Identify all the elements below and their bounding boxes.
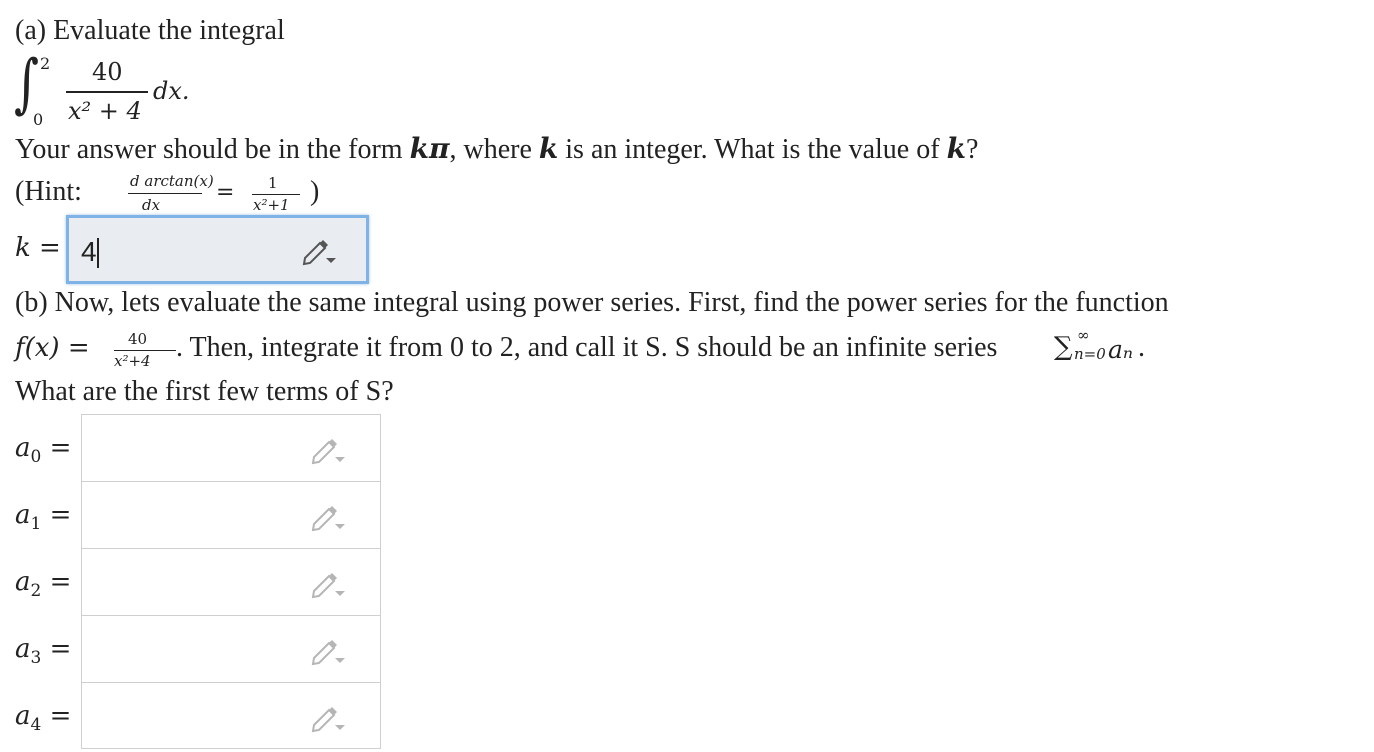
sum-sigma: ∑	[1054, 332, 1073, 362]
pencil-dropdown-icon[interactable]	[310, 636, 346, 666]
integral-sign: ∫	[14, 47, 40, 121]
pencil-dropdown-icon[interactable]	[301, 236, 337, 266]
integral-denominator: x² + 4	[68, 97, 142, 125]
hint-fraction-bar	[128, 193, 202, 194]
part-b-intro: (b) Now, lets evaluate the same integral…	[15, 287, 1169, 318]
a4-input[interactable]	[81, 682, 381, 749]
hint-denominator: dx	[142, 196, 161, 214]
hint-rhs-bar	[252, 194, 300, 195]
k-label: k =	[15, 233, 61, 263]
sum-term: aₙ	[1108, 335, 1134, 364]
a1-label: a1 =	[15, 500, 72, 535]
a3-input[interactable]	[81, 615, 381, 683]
hint-numerator: d arctan(x)	[130, 172, 214, 190]
a1-input[interactable]	[81, 481, 381, 549]
integral-differential: dx.	[153, 77, 190, 105]
k-answer-input[interactable]: 4	[66, 215, 369, 284]
hint-rhs-numerator: 1	[268, 174, 278, 192]
a0-input[interactable]	[81, 414, 381, 482]
a3-label: a3 =	[15, 634, 72, 669]
text-caret	[97, 238, 99, 268]
a4-label: a4 =	[15, 701, 72, 736]
form-instruction: Your answer should be in the form kπ, wh…	[15, 132, 979, 165]
sum-upper: ∞	[1077, 326, 1090, 344]
function-numerator: 40	[128, 330, 148, 348]
hint-close: )	[310, 176, 320, 207]
hint-equals: =	[216, 180, 235, 205]
pencil-dropdown-icon[interactable]	[310, 502, 346, 532]
sum-end: .	[1138, 332, 1145, 363]
part-a-title: (a) Evaluate the integral	[15, 15, 285, 46]
pencil-dropdown-icon[interactable]	[310, 435, 346, 465]
integral-upper-limit: 2	[40, 54, 51, 73]
integral-fraction-bar	[66, 91, 148, 93]
k-answer-value: 4	[81, 236, 97, 267]
function-denominator: x²+4	[114, 352, 151, 370]
integral-lower-limit: 0	[33, 110, 44, 129]
hint-open: (Hint:	[15, 176, 82, 207]
integral-numerator: 40	[92, 58, 123, 86]
a2-label: a2 =	[15, 567, 72, 602]
a0-label: a0 =	[15, 433, 72, 468]
hint-rhs-denominator: x²+1	[253, 196, 290, 214]
function-lhs: f(x) =	[15, 333, 90, 363]
part-b-question: What are the first few terms of S?	[15, 376, 394, 407]
part-b-line-2-text: . Then, integrate it from 0 to 2, and ca…	[176, 332, 998, 363]
pencil-dropdown-icon[interactable]	[310, 569, 346, 599]
sum-lower: n=0	[1074, 345, 1106, 363]
a2-input[interactable]	[81, 548, 381, 616]
pencil-dropdown-icon[interactable]	[310, 703, 346, 733]
function-fraction-bar	[114, 350, 176, 351]
